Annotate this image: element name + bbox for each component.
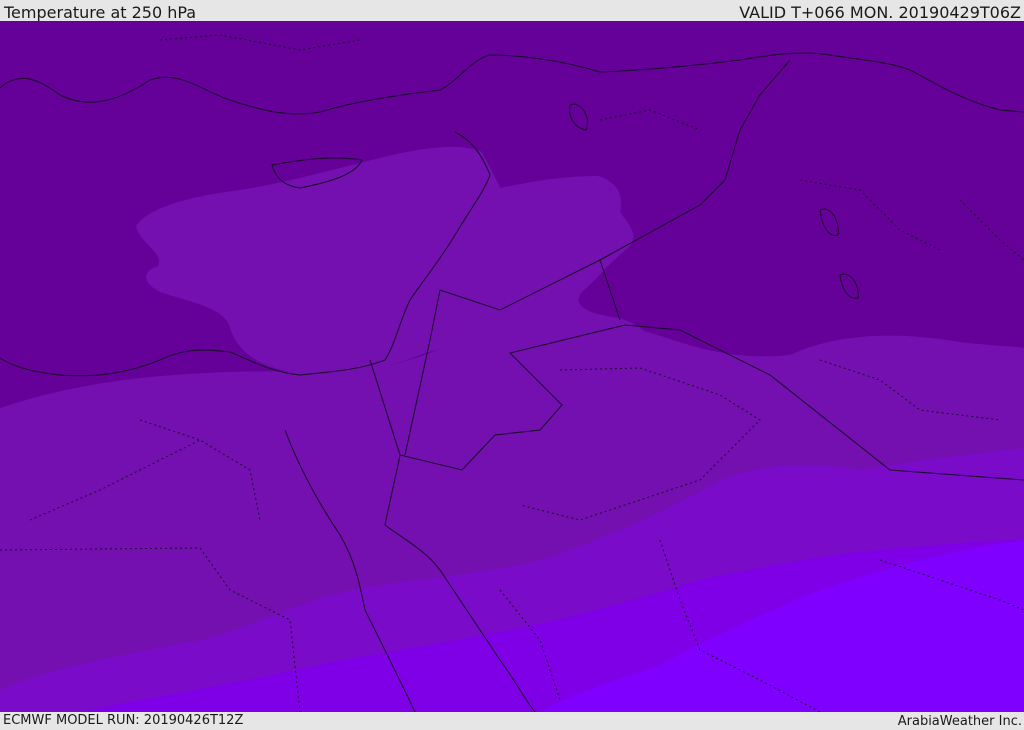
valid-time: VALID T+066 MON. 20190429T06Z — [739, 3, 1021, 22]
header-bar: Temperature at 250 hPa VALID T+066 MON. … — [0, 0, 1024, 22]
model-run: ECMWF MODEL RUN: 20190426T12Z — [3, 713, 244, 728]
map-canvas — [0, 21, 1024, 712]
temperature-map[interactable] — [0, 21, 1024, 712]
footer-bar: ECMWF MODEL RUN: 20190426T12Z ArabiaWeat… — [0, 712, 1024, 729]
credit: ArabiaWeather Inc. — [897, 714, 1022, 729]
map-title: Temperature at 250 hPa — [4, 3, 197, 22]
